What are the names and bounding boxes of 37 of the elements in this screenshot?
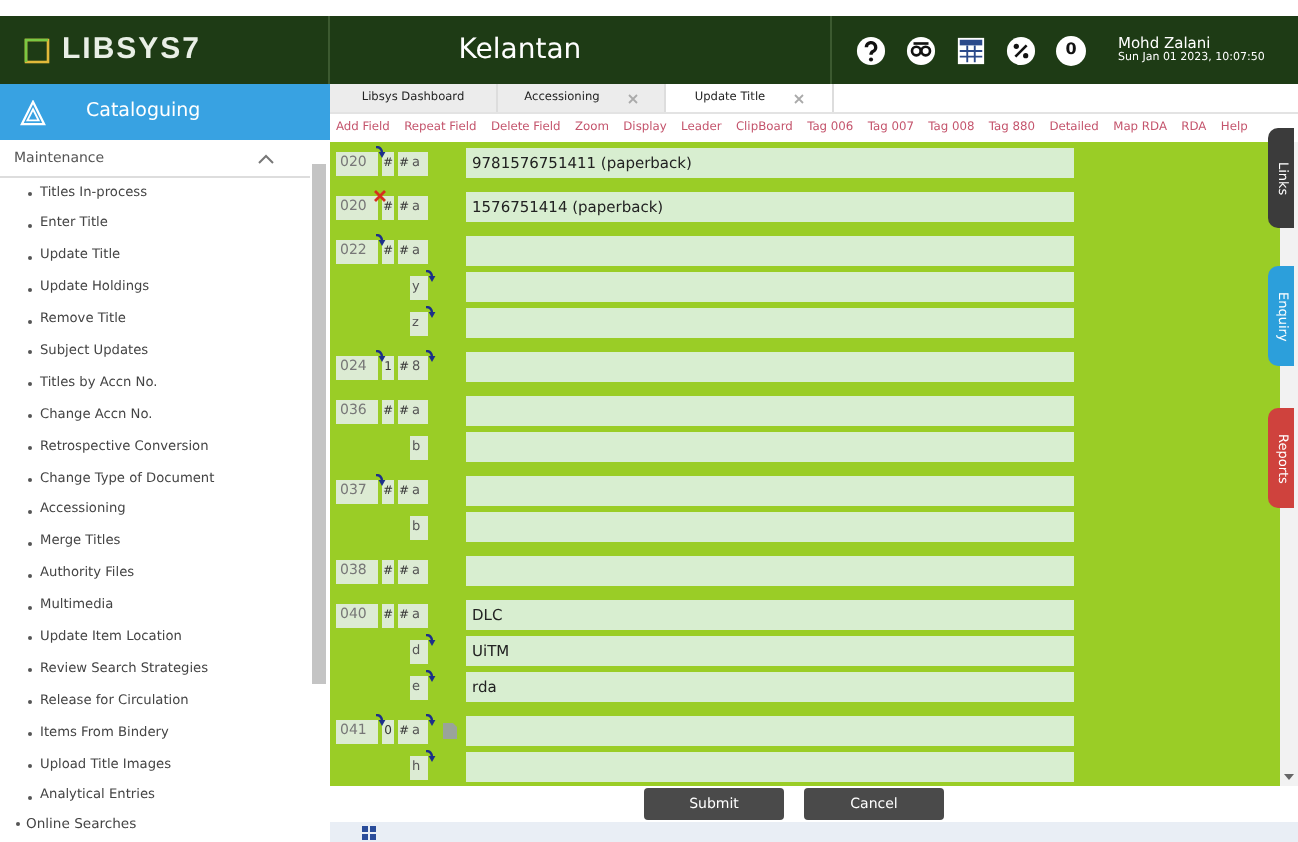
arrow-icon[interactable]: [424, 269, 436, 281]
input-field[interactable]: [466, 272, 1074, 302]
arrow-icon[interactable]: [424, 669, 436, 681]
scrollbar[interactable]: [312, 164, 326, 684]
input-field[interactable]: [466, 396, 1074, 426]
input-field[interactable]: [466, 752, 1074, 782]
arrow-icon[interactable]: [374, 349, 386, 361]
arrow-icon[interactable]: [374, 473, 386, 485]
percent-icon[interactable]: [1006, 35, 1036, 65]
logo-icon: [24, 37, 50, 63]
arrow-icon[interactable]: [424, 305, 436, 317]
delete-icon[interactable]: [374, 189, 386, 201]
input-field[interactable]: [466, 432, 1074, 462]
input-field[interactable]: [466, 236, 1074, 266]
module-title: Cataloguing: [86, 97, 201, 126]
table-icon[interactable]: [956, 35, 986, 65]
input-field[interactable]: [466, 476, 1074, 506]
input-field[interactable]: [466, 556, 1074, 586]
header-title: Kelantan: [458, 33, 582, 65]
notification-count[interactable]: 0: [1056, 35, 1086, 65]
arrow-icon[interactable]: [424, 713, 436, 725]
input-field[interactable]: [466, 308, 1074, 338]
arrow-icon[interactable]: [424, 633, 436, 645]
faces-icon[interactable]: [906, 35, 936, 65]
arrow-icon[interactable]: [374, 713, 386, 725]
arrow-icon[interactable]: [374, 145, 386, 157]
help-icon[interactable]: [856, 35, 886, 65]
scroll-down-icon[interactable]: [1284, 774, 1294, 780]
input-field[interactable]: [466, 352, 1074, 382]
grid-icon[interactable]: [362, 826, 376, 840]
arrow-icon[interactable]: [374, 233, 386, 245]
input-field[interactable]: [466, 512, 1074, 542]
logo-text: LIBSYS7: [62, 29, 202, 70]
arrow-icon[interactable]: [424, 349, 436, 361]
module-icon: [20, 99, 46, 125]
input-field[interactable]: [466, 716, 1074, 746]
arrow-icon[interactable]: [424, 749, 436, 761]
